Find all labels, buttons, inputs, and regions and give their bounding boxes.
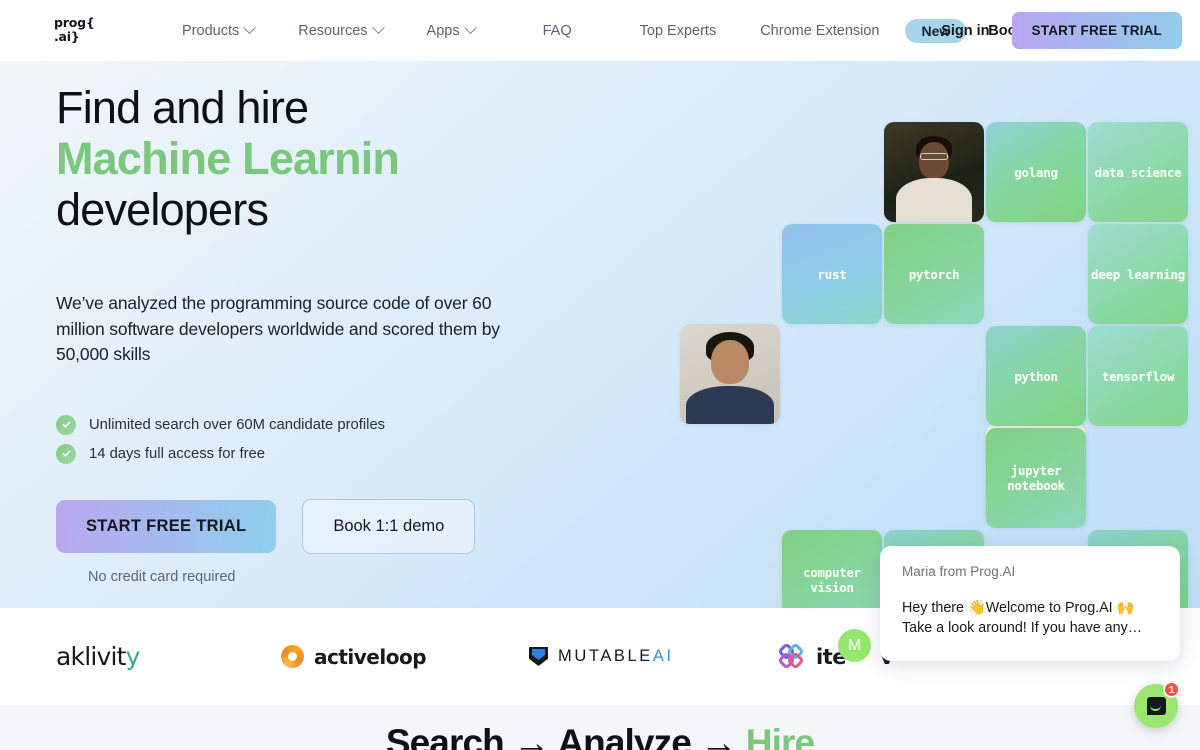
nav-item-apps[interactable]: Apps [405, 0, 497, 61]
headline-line-3: developers [56, 184, 269, 235]
skill-label: data science [1094, 164, 1182, 180]
chat-message-line-1: Hey there 👋Welcome to Prog.AI 🙌 [902, 600, 1135, 616]
logo-aklivity-accent: y [125, 642, 141, 671]
chat-sender-name: Maria from Prog.AI [902, 564, 1016, 579]
skill-tile-deep-learning[interactable]: deep learning [1088, 224, 1188, 324]
logo-line-2: .ai} [54, 28, 80, 44]
hero-section: Find and hire Machine Learnin developers… [0, 61, 1200, 608]
skill-label: pytorch [908, 266, 960, 282]
page-root: prog{ .ai} Products Resources Apps FAQ T… [0, 0, 1200, 750]
nav-item-label: FAQ [542, 22, 572, 39]
chat-message-body: Hey there 👋Welcome to Prog.AI 🙌 Take a l… [902, 598, 1158, 638]
nav-item-faq[interactable]: FAQ [497, 0, 618, 61]
section-title-main: Search → Analyze → [385, 722, 746, 750]
nav-item-label: Products [182, 22, 240, 39]
skill-label: deep learning [1091, 266, 1185, 282]
chat-bubble-icon [1146, 697, 1166, 715]
chat-unread-badge: 1 [1163, 681, 1180, 698]
nav-item-chrome-extension[interactable]: Chrome Extension [738, 0, 901, 61]
chevron-down-icon [463, 21, 477, 35]
logo-aklivity-main: aklivit [56, 642, 126, 671]
iterative-knot-icon [777, 641, 806, 670]
skill-label: golang [1014, 164, 1058, 180]
skills-and-developers-grid: golang data science rust pytorch deep le… [680, 86, 1190, 608]
headline-line-1: Find and hire [56, 82, 309, 133]
benefit-label: Unlimited search over 60M candidate prof… [89, 416, 386, 433]
skill-tile-pytorch[interactable]: pytorch [884, 224, 984, 324]
skill-tile-rust[interactable]: rust [782, 224, 882, 324]
list-item: Unlimited search over 60M candidate prof… [56, 414, 616, 435]
skill-tile-jupyter-notebook[interactable]: jupyter notebook [986, 428, 1086, 528]
logo-iterative: itev [777, 641, 894, 670]
logo-mutable-text: MUTABLEAI [558, 647, 674, 666]
skill-label: computer vision [803, 565, 861, 595]
nav-item-label: Resources [298, 22, 368, 39]
nav-item-top-experts[interactable]: Top Experts [618, 0, 739, 61]
headline-animated-keyword: Machine Learnin [56, 133, 400, 184]
nav-item-label: Chrome Extension [760, 22, 880, 39]
skill-tile-computer-vision[interactable]: computer vision [782, 530, 882, 608]
book-demo-button-hero[interactable]: Book 1:1 demo [302, 498, 476, 554]
logo-activeloop-text: activeloop [314, 644, 427, 669]
check-circle-icon [56, 414, 76, 435]
hero-cta-row: START FREE TRIAL Book 1:1 demo [56, 498, 616, 554]
chat-launcher-button[interactable]: 1 [1134, 681, 1180, 728]
mutableai-mark-icon [529, 647, 548, 666]
hero-subtitle: We’ve analyzed the programming source co… [56, 293, 500, 364]
benefit-label: 14 days full access for free [89, 445, 266, 462]
hero-copy: Find and hire Machine Learnin developers… [56, 82, 616, 585]
nav-item-label: Top Experts [639, 22, 717, 39]
no-credit-card-note: No credit card required [88, 568, 236, 585]
start-free-trial-button-nav[interactable]: START FREE TRIAL [1011, 12, 1182, 49]
chat-message-line-2: Take a look around! If you have any… [902, 620, 1143, 636]
chevron-down-icon [243, 21, 257, 35]
hero-benefits-list: Unlimited search over 60M candidate prof… [56, 414, 616, 464]
skill-label: tensorflow [1101, 368, 1175, 384]
developer-photo-tile[interactable] [884, 122, 984, 222]
sign-in-link[interactable]: Sign in [919, 23, 1011, 39]
chat-message-popup[interactable]: Maria from Prog.AI Hey there 👋Welcome to… [880, 546, 1180, 661]
skill-tile-data-science[interactable]: data science [1088, 122, 1188, 222]
nav-right-actions: Sign in START FREE TRIAL [919, 0, 1182, 61]
skill-label: rust [817, 266, 847, 282]
nav-item-resources[interactable]: Resources [276, 0, 404, 61]
logo-activeloop: activeloop [281, 644, 427, 669]
skill-tile-golang[interactable]: golang [986, 122, 1086, 222]
site-logo[interactable]: prog{ .ai} [54, 16, 95, 43]
section-title-accent: Hire [745, 722, 815, 750]
nav-item-label: Apps [426, 22, 460, 39]
logo-aklivity-text: aklivity [56, 642, 140, 671]
skill-label: jupyter notebook [1007, 463, 1065, 493]
logo-mutable-main: MUTABLE [558, 647, 653, 665]
top-navigation-bar: prog{ .ai} Products Resources Apps FAQ T… [0, 0, 1200, 61]
logo-mutableai: MUTABLEAI [529, 647, 674, 666]
skill-tile-python[interactable]: python [986, 326, 1086, 426]
skill-tile-tensorflow[interactable]: tensorflow [1088, 326, 1188, 426]
nav-item-products[interactable]: Products [160, 0, 276, 61]
logo-line-1: prog{ [54, 15, 95, 30]
developer-photo-tile[interactable] [680, 324, 780, 424]
activeloop-ring-icon [281, 645, 304, 668]
avatar: M [838, 629, 871, 662]
check-circle-icon [56, 443, 76, 464]
logo-mutable-accent: AI [652, 647, 674, 665]
logo-aklivity: aklivity [56, 642, 140, 671]
chevron-down-icon [371, 21, 385, 35]
section-title: Search → Analyze → Hire [385, 722, 815, 750]
start-free-trial-button-hero[interactable]: START FREE TRIAL [56, 499, 277, 553]
list-item: 14 days full access for free [56, 443, 616, 464]
skill-label: python [1014, 368, 1058, 384]
next-section-preview: Search → Analyze → Hire [0, 705, 1200, 750]
page-title: Find and hire Machine Learnin developers [56, 82, 616, 235]
